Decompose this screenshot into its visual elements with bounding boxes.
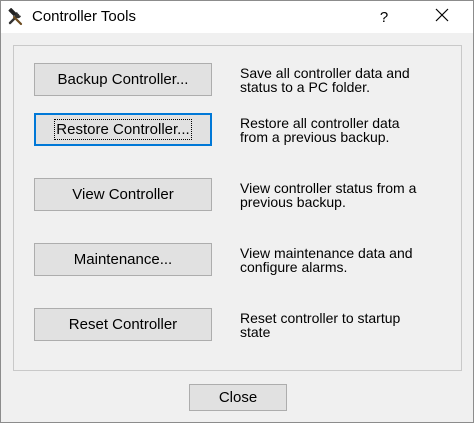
window-close-button[interactable] <box>419 1 465 33</box>
view-controller-label: View Controller <box>72 186 174 203</box>
description-line: Restore all controller data <box>240 115 400 131</box>
description-line: View controller status from a <box>240 180 417 196</box>
reset-controller-description: Reset controller to startup state <box>240 311 455 339</box>
description-line: from a previous backup. <box>240 129 390 145</box>
window-title: Controller Tools <box>32 8 136 25</box>
reset-controller-button[interactable]: Reset Controller <box>34 308 212 341</box>
restore-controller-description: Restore all controller data from a previ… <box>240 116 455 144</box>
restore-controller-button[interactable]: Restore Controller... <box>34 113 212 146</box>
reset-controller-label: Reset Controller <box>68 316 178 333</box>
description-line: status to a PC folder. <box>240 79 370 95</box>
view-controller-description: View controller status from a previous b… <box>240 181 455 209</box>
description-line: configure alarms. <box>240 259 348 275</box>
description-line: Reset controller to startup <box>240 310 401 326</box>
title-bar[interactable]: Controller Tools ? <box>1 1 473 33</box>
description-line: Save all controller data and <box>240 65 410 81</box>
close-icon <box>435 8 449 27</box>
backup-controller-label: Backup Controller... <box>57 71 189 88</box>
hammer-wrench-icon <box>6 7 26 27</box>
description-line: previous backup. <box>240 194 346 210</box>
maintenance-description: View maintenance data and configure alar… <box>240 246 455 274</box>
restore-controller-label: Restore Controller... <box>54 119 192 140</box>
help-icon: ? <box>379 8 389 26</box>
view-controller-button[interactable]: View Controller <box>34 178 212 211</box>
maintenance-label: Maintenance... <box>73 251 173 268</box>
close-button[interactable]: Close <box>189 384 287 411</box>
description-line: state <box>240 324 271 340</box>
description-line: View maintenance data and <box>240 245 413 261</box>
controller-tools-dialog: Controller Tools ? Backup Controller... … <box>0 0 474 423</box>
backup-controller-description: Save all controller data and status to a… <box>240 66 455 94</box>
help-button[interactable]: ? <box>361 1 407 33</box>
maintenance-button[interactable]: Maintenance... <box>34 243 212 276</box>
backup-controller-button[interactable]: Backup Controller... <box>34 63 212 96</box>
close-label: Close <box>218 389 258 406</box>
